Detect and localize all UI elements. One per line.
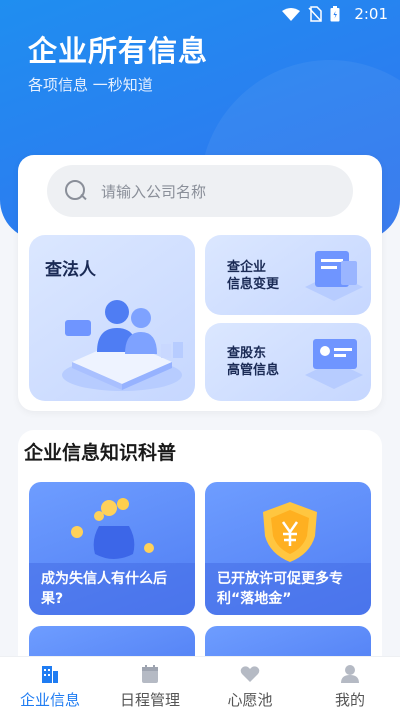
document-illustration-icon — [305, 251, 363, 301]
tab-company-info[interactable]: 企业信息 — [0, 657, 100, 711]
status-time: 2:01 — [354, 5, 388, 23]
article-card[interactable]: 成为失信人有什么后果? — [29, 482, 195, 615]
tab-mine[interactable]: 我的 — [300, 657, 400, 711]
tab-label: 日程管理 — [119, 691, 180, 709]
user-icon — [341, 665, 359, 683]
money-bag-icon — [71, 498, 154, 559]
buildings-icon — [42, 666, 58, 683]
no-sim-icon — [308, 6, 322, 26]
heart-icon — [240, 666, 260, 682]
tab-label: 企业信息 — [19, 691, 80, 709]
wifi-icon — [282, 7, 300, 26]
query-card: 请输入公司名称 查法人 查企业 信息变更 查股东 高管信息 — [18, 155, 382, 411]
bottom-tab-bar: 企业信息 日程管理 心愿池 我的 — [0, 656, 400, 711]
people-illustration-icon — [62, 300, 183, 391]
search-icon — [63, 178, 89, 204]
shareholder-lookup-tile[interactable]: 查股东 高管信息 — [205, 323, 371, 401]
page-title: 企业所有信息 — [28, 34, 209, 68]
article-title: 已开放许可促更多专利“落地金” — [205, 563, 371, 615]
calendar-icon — [142, 665, 158, 683]
legal-person-lookup-tile[interactable]: 查法人 — [29, 235, 195, 401]
shield-icon — [263, 502, 317, 562]
tile-label: 查法人 — [45, 260, 96, 280]
tile-label: 查企业 信息变更 — [227, 260, 280, 292]
knowledge-section: 企业信息知识科普 成为失信人有什么后果? 已开放许可促更多专利“落地金” — [18, 430, 382, 686]
status-bar: 2:01 — [0, 0, 400, 28]
page-subtitle: 各项信息 一秒知道 — [28, 76, 153, 94]
search-input[interactable]: 请输入公司名称 — [47, 165, 353, 217]
tab-label: 我的 — [334, 691, 365, 709]
id-card-illustration-icon — [305, 339, 363, 389]
tab-schedule[interactable]: 日程管理 — [100, 657, 200, 711]
search-placeholder: 请输入公司名称 — [101, 182, 207, 201]
section-title: 企业信息知识科普 — [24, 442, 177, 464]
company-change-lookup-tile[interactable]: 查企业 信息变更 — [205, 235, 371, 315]
article-card[interactable]: 已开放许可促更多专利“落地金” — [205, 482, 371, 615]
tile-label: 查股东 高管信息 — [227, 346, 280, 378]
tab-wish-pool[interactable]: 心愿池 — [200, 657, 300, 711]
status-icons — [282, 6, 340, 26]
article-title: 成为失信人有什么后果? — [29, 563, 195, 615]
battery-icon — [330, 6, 340, 26]
tab-label: 心愿池 — [227, 691, 273, 709]
